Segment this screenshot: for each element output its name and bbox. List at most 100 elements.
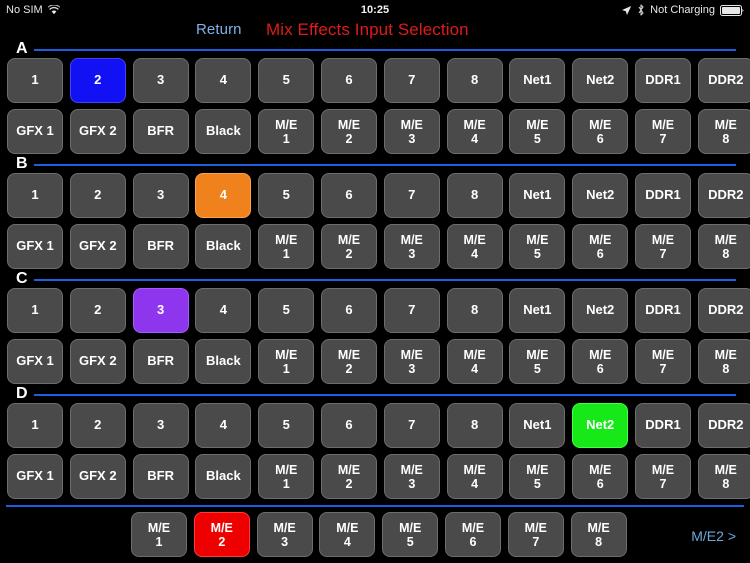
source-button-a-6[interactable]: 6: [321, 58, 377, 103]
source-button-d-1[interactable]: 1: [7, 403, 63, 448]
source-button-d-3[interactable]: 3: [132, 403, 189, 448]
source-button-d-bfr[interactable]: BFR: [132, 454, 189, 499]
source-button-d-m-e-1[interactable]: M/E 1: [258, 454, 315, 499]
me-bus-button-m-e-6[interactable]: M/E 6: [445, 512, 501, 557]
source-button-b-8[interactable]: 8: [446, 173, 503, 218]
source-button-b-m-e-6[interactable]: M/E 6: [572, 224, 629, 269]
source-button-c-7[interactable]: 7: [383, 288, 440, 333]
source-button-b-ddr2[interactable]: DDR2: [697, 173, 750, 218]
me-bus-button-m-e-4[interactable]: M/E 4: [319, 512, 376, 557]
source-button-d-2[interactable]: 2: [69, 403, 126, 448]
source-button-d-gfx-2[interactable]: GFX 2: [69, 454, 126, 499]
source-button-d-ddr2[interactable]: DDR2: [697, 403, 750, 448]
source-button-b-ddr1[interactable]: DDR1: [635, 173, 691, 218]
source-button-a-net1[interactable]: Net1: [509, 58, 566, 103]
source-button-a-black[interactable]: Black: [195, 109, 252, 154]
source-button-c-m-e-8[interactable]: M/E 8: [697, 339, 750, 384]
source-button-d-7[interactable]: 7: [383, 403, 440, 448]
source-button-c-m-e-7[interactable]: M/E 7: [635, 339, 691, 384]
source-button-a-5[interactable]: 5: [258, 58, 315, 103]
source-button-d-m-e-7[interactable]: M/E 7: [635, 454, 691, 499]
source-button-a-3[interactable]: 3: [132, 58, 189, 103]
source-button-d-4[interactable]: 4: [195, 403, 252, 448]
source-button-b-m-e-5[interactable]: M/E 5: [509, 224, 566, 269]
source-button-c-gfx-2[interactable]: GFX 2: [69, 339, 126, 384]
source-button-d-m-e-3[interactable]: M/E 3: [383, 454, 440, 499]
source-button-b-gfx-1[interactable]: GFX 1: [7, 224, 63, 269]
me-bus-button-m-e-2[interactable]: M/E 2: [193, 512, 250, 557]
source-button-b-m-e-8[interactable]: M/E 8: [697, 224, 750, 269]
source-button-a-m-e-3[interactable]: M/E 3: [383, 109, 440, 154]
source-button-a-2[interactable]: 2: [69, 58, 126, 103]
source-button-a-m-e-5[interactable]: M/E 5: [509, 109, 566, 154]
source-button-b-4[interactable]: 4: [195, 173, 252, 218]
me-bus-button-m-e-1[interactable]: M/E 1: [131, 512, 187, 557]
source-button-b-net2[interactable]: Net2: [572, 173, 629, 218]
source-button-c-ddr1[interactable]: DDR1: [635, 288, 691, 333]
source-button-c-net2[interactable]: Net2: [572, 288, 629, 333]
source-button-c-8[interactable]: 8: [446, 288, 503, 333]
source-button-d-6[interactable]: 6: [321, 403, 377, 448]
source-button-a-ddr2[interactable]: DDR2: [697, 58, 750, 103]
source-button-d-ddr1[interactable]: DDR1: [635, 403, 691, 448]
source-button-d-8[interactable]: 8: [446, 403, 503, 448]
source-button-c-bfr[interactable]: BFR: [132, 339, 189, 384]
me-next-link[interactable]: M/E2 >: [691, 528, 736, 544]
source-button-b-1[interactable]: 1: [7, 173, 63, 218]
source-button-d-net2[interactable]: Net2: [572, 403, 629, 448]
source-button-a-m-e-1[interactable]: M/E 1: [258, 109, 315, 154]
source-button-c-1[interactable]: 1: [7, 288, 63, 333]
source-button-c-ddr2[interactable]: DDR2: [697, 288, 750, 333]
source-button-c-m-e-5[interactable]: M/E 5: [509, 339, 566, 384]
me-bus-button-m-e-5[interactable]: M/E 5: [382, 512, 439, 557]
source-button-c-gfx-1[interactable]: GFX 1: [7, 339, 63, 384]
source-button-c-4[interactable]: 4: [195, 288, 252, 333]
source-button-a-m-e-4[interactable]: M/E 4: [446, 109, 503, 154]
source-button-d-net1[interactable]: Net1: [509, 403, 566, 448]
source-button-b-m-e-2[interactable]: M/E 2: [321, 224, 377, 269]
return-button[interactable]: Return: [196, 21, 242, 38]
source-button-a-gfx-2[interactable]: GFX 2: [69, 109, 126, 154]
source-button-a-7[interactable]: 7: [383, 58, 440, 103]
source-button-b-3[interactable]: 3: [132, 173, 189, 218]
source-button-b-5[interactable]: 5: [258, 173, 315, 218]
source-button-d-black[interactable]: Black: [195, 454, 252, 499]
source-button-b-black[interactable]: Black: [195, 224, 252, 269]
source-button-c-2[interactable]: 2: [69, 288, 126, 333]
source-button-a-net2[interactable]: Net2: [572, 58, 629, 103]
source-button-d-m-e-2[interactable]: M/E 2: [321, 454, 377, 499]
source-button-b-gfx-2[interactable]: GFX 2: [69, 224, 126, 269]
source-button-c-m-e-2[interactable]: M/E 2: [321, 339, 377, 384]
source-button-b-m-e-4[interactable]: M/E 4: [446, 224, 503, 269]
source-button-d-5[interactable]: 5: [258, 403, 315, 448]
source-button-a-8[interactable]: 8: [446, 58, 503, 103]
source-button-c-m-e-1[interactable]: M/E 1: [258, 339, 315, 384]
source-button-a-m-e-2[interactable]: M/E 2: [321, 109, 377, 154]
source-button-c-net1[interactable]: Net1: [509, 288, 566, 333]
source-button-b-6[interactable]: 6: [321, 173, 377, 218]
source-button-b-7[interactable]: 7: [383, 173, 440, 218]
source-button-a-m-e-7[interactable]: M/E 7: [635, 109, 691, 154]
source-button-c-m-e-6[interactable]: M/E 6: [572, 339, 629, 384]
me-bus-button-m-e-8[interactable]: M/E 8: [570, 512, 627, 557]
source-button-a-m-e-6[interactable]: M/E 6: [572, 109, 629, 154]
source-button-d-m-e-5[interactable]: M/E 5: [509, 454, 566, 499]
source-button-c-3[interactable]: 3: [132, 288, 189, 333]
source-button-c-black[interactable]: Black: [195, 339, 252, 384]
source-button-c-6[interactable]: 6: [321, 288, 377, 333]
source-button-b-2[interactable]: 2: [69, 173, 126, 218]
source-button-a-gfx-1[interactable]: GFX 1: [7, 109, 63, 154]
source-button-a-bfr[interactable]: BFR: [132, 109, 189, 154]
source-button-c-m-e-3[interactable]: M/E 3: [383, 339, 440, 384]
source-button-a-1[interactable]: 1: [7, 58, 63, 103]
source-button-c-m-e-4[interactable]: M/E 4: [446, 339, 503, 384]
source-button-a-m-e-8[interactable]: M/E 8: [697, 109, 750, 154]
source-button-d-m-e-4[interactable]: M/E 4: [446, 454, 503, 499]
source-button-a-4[interactable]: 4: [195, 58, 252, 103]
source-button-a-ddr1[interactable]: DDR1: [635, 58, 691, 103]
source-button-b-net1[interactable]: Net1: [509, 173, 566, 218]
me-bus-button-m-e-3[interactable]: M/E 3: [256, 512, 313, 557]
source-button-d-m-e-8[interactable]: M/E 8: [697, 454, 750, 499]
source-button-b-bfr[interactable]: BFR: [132, 224, 189, 269]
source-button-b-m-e-3[interactable]: M/E 3: [383, 224, 440, 269]
